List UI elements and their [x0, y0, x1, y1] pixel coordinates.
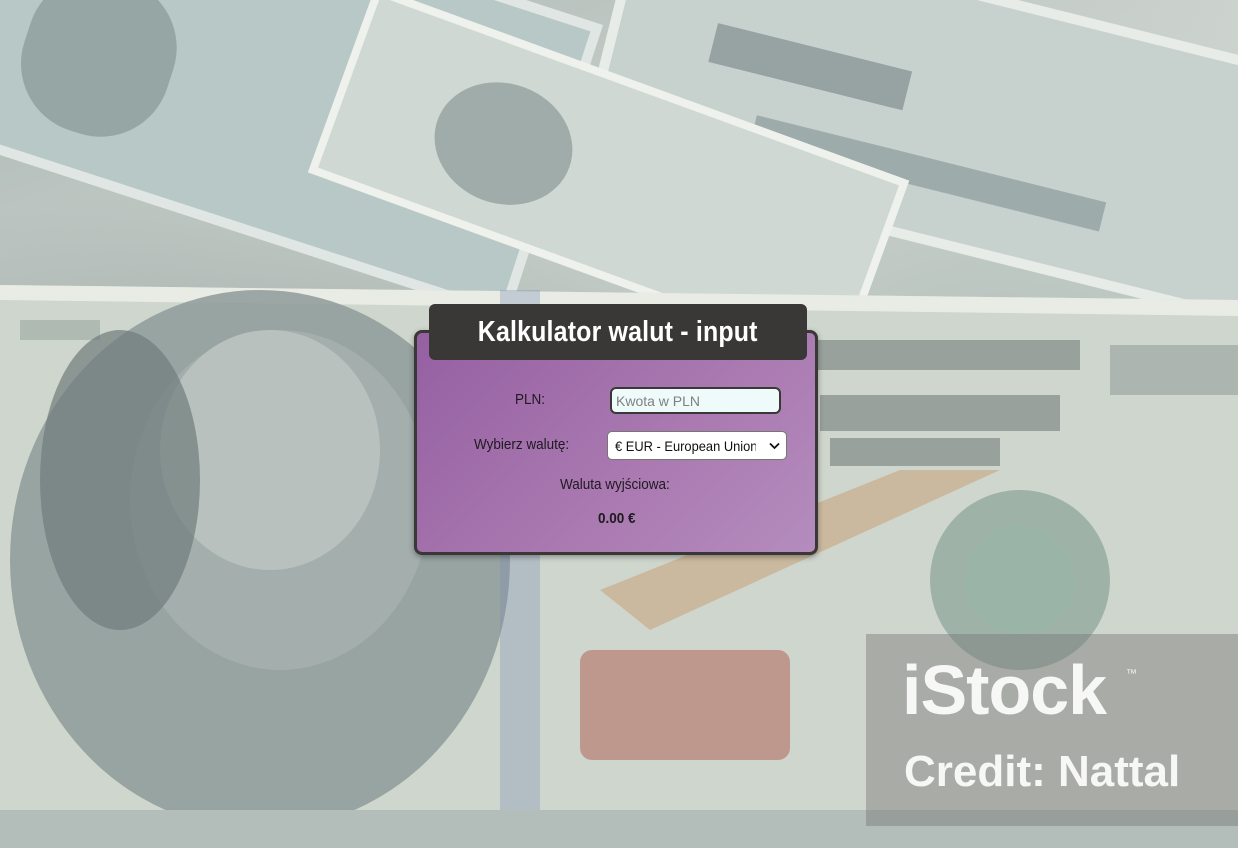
output-label: Waluta wyjściowa:: [560, 476, 670, 493]
pln-amount-input[interactable]: [610, 387, 781, 414]
watermark-trademark: ™: [1126, 668, 1137, 680]
chevron-down-icon: [768, 440, 780, 452]
output-value: 0.00 €: [598, 510, 636, 527]
currency-label: Wybierz walutę:: [474, 436, 570, 453]
watermark-credit: Credit: Nattal: [904, 747, 1181, 796]
calculator-header: Kalkulator walut - input: [429, 304, 807, 360]
istock-watermark-logo: iStock: [902, 651, 1107, 729]
currency-select[interactable]: € EUR - European Union: [607, 431, 787, 460]
currency-select-value: € EUR - European Union: [615, 437, 756, 454]
calculator-title: Kalkulator walut - input: [478, 315, 758, 348]
pln-label: PLN:: [515, 391, 546, 408]
